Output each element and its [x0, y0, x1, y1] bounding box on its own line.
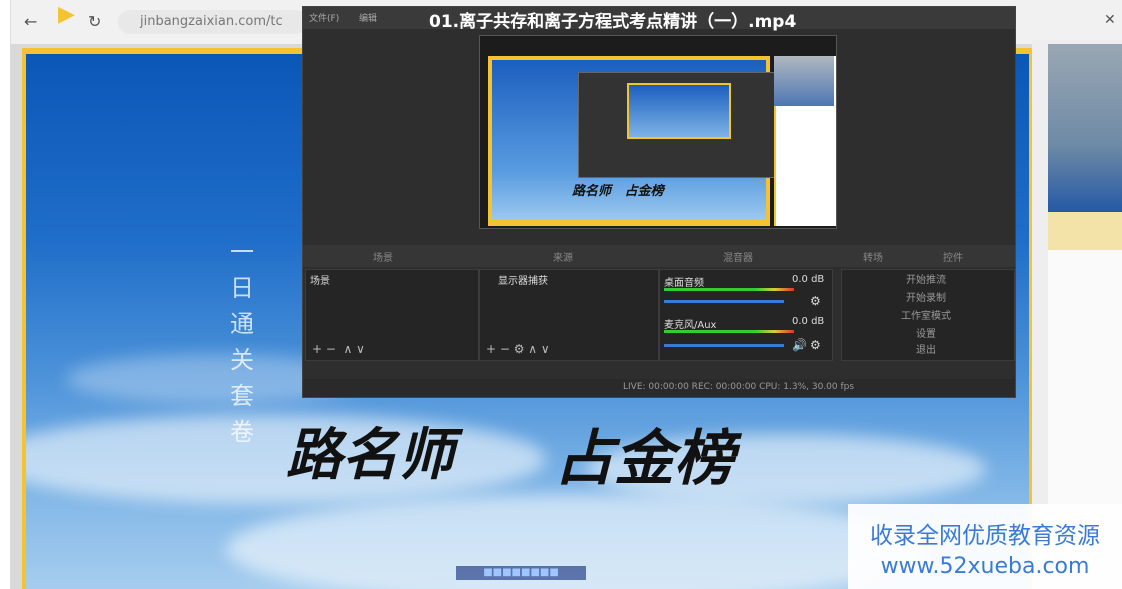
scenes-dock[interactable]: 场景 + − ∧ ∨	[305, 269, 479, 361]
controls-dock[interactable]: 开始推流 开始录制 工作室模式 设置 退出	[841, 269, 1015, 361]
mic-settings-icon[interactable]: ⚙	[810, 338, 821, 352]
play-logo-icon[interactable]: ▶	[58, 2, 75, 27]
dock-header-transitions: 转场	[863, 253, 883, 264]
nested-obs-preview	[578, 72, 780, 178]
mixer-mic-level: 0.0 dB	[792, 316, 825, 327]
preview-camera	[774, 56, 834, 106]
mixer-desktop-label: 桌面音频	[664, 278, 704, 289]
chat-area	[1048, 250, 1122, 505]
dock-header-scenes: 场景	[373, 253, 393, 264]
obs-status-bar: LIVE: 00:00:00 REC: 00:00:00 CPU: 1.3%, …	[303, 379, 1015, 397]
teacher-calligraphy: 路名师	[286, 422, 454, 488]
menu-edit[interactable]: 编辑	[359, 11, 377, 24]
left-sidebar	[0, 0, 11, 589]
studio-mode-button[interactable]: 工作室模式	[846, 308, 1006, 326]
watermark-url: www.52xueba.com	[880, 554, 1090, 579]
preview-calligraphy: 路名师 占金榜	[572, 180, 664, 199]
preview-slogan-text: 占金榜	[624, 184, 664, 199]
source-item[interactable]: 显示器捕获	[498, 272, 548, 287]
preview-frame: 路名师 占金榜	[488, 56, 780, 226]
watermark-slogan: 收录全网优质教育资源	[870, 523, 1100, 549]
scene-tools[interactable]: + − ∧ ∨	[312, 342, 365, 356]
dock-header-mixer: 混音器	[723, 253, 753, 264]
obs-window[interactable]: 文件(F) 编辑 01.离子共存和离子方程式考点精讲（一）.mp4 路名师 占金…	[302, 6, 1016, 398]
mixer-dock[interactable]: 桌面音频 0.0 dB ⚙ 麦克风/Aux 0.0 dB 🔊 ⚙	[659, 269, 833, 361]
video-title: 01.离子共存和离子方程式考点精讲（一）.mp4	[429, 12, 797, 32]
source-tools[interactable]: + − ⚙ ∧ ∨	[486, 342, 550, 356]
start-recording-button[interactable]: 开始录制	[846, 290, 1006, 308]
exit-button[interactable]: 退出	[846, 342, 1006, 360]
nested-preview-image	[627, 83, 731, 139]
scene-item[interactable]: 场景	[310, 272, 330, 287]
speaker-icon[interactable]: 🔊	[792, 338, 807, 352]
sources-dock[interactable]: 显示器捕获 + − ⚙ ∧ ∨	[479, 269, 659, 361]
mixer-mic-label: 麦克风/Aux	[664, 320, 717, 331]
slogan-calligraphy: 占金榜	[554, 424, 734, 494]
bottom-logo: ■■■■■■■■	[456, 566, 586, 580]
chat-header	[1048, 212, 1122, 250]
dock-headers: 场景 来源 混音器 转场 控件	[303, 245, 1015, 267]
url-text: jinbangzaixian.com/tc	[140, 14, 283, 29]
teacher-camera	[1048, 44, 1122, 212]
obs-titlebar: 文件(F) 编辑 01.离子共存和离子方程式考点精讲（一）.mp4	[303, 7, 1015, 32]
mic-meter	[664, 330, 794, 333]
dock-header-sources: 来源	[553, 253, 573, 264]
preview-sky: 路名师 占金榜	[492, 60, 780, 220]
preview-teacher-text: 路名师	[572, 184, 612, 199]
status-text: LIVE: 00:00:00 REC: 00:00:00 CPU: 1.3%, …	[623, 382, 855, 392]
menu-file[interactable]: 文件(F)	[309, 11, 339, 24]
mixer-desktop-level: 0.0 dB	[792, 274, 825, 285]
desktop-settings-icon[interactable]: ⚙	[810, 294, 821, 308]
mic-volume-slider[interactable]	[664, 344, 784, 347]
start-streaming-button[interactable]: 开始推流	[846, 272, 1006, 290]
address-bar[interactable]: jinbangzaixian.com/tc	[118, 10, 308, 34]
vertical-title: 一日通关套卷	[230, 238, 254, 446]
reload-icon[interactable]: ↻	[88, 12, 101, 31]
desktop-volume-slider[interactable]	[664, 300, 784, 303]
back-arrow-icon[interactable]: ←	[24, 12, 37, 31]
close-tab-icon[interactable]: ✕	[1104, 12, 1116, 28]
dock-header-controls: 控件	[943, 253, 963, 264]
desktop-meter	[664, 288, 794, 291]
watermark-box: 收录全网优质教育资源 www.52xueba.com	[848, 504, 1122, 589]
obs-preview[interactable]: 路名师 占金榜	[479, 35, 837, 229]
